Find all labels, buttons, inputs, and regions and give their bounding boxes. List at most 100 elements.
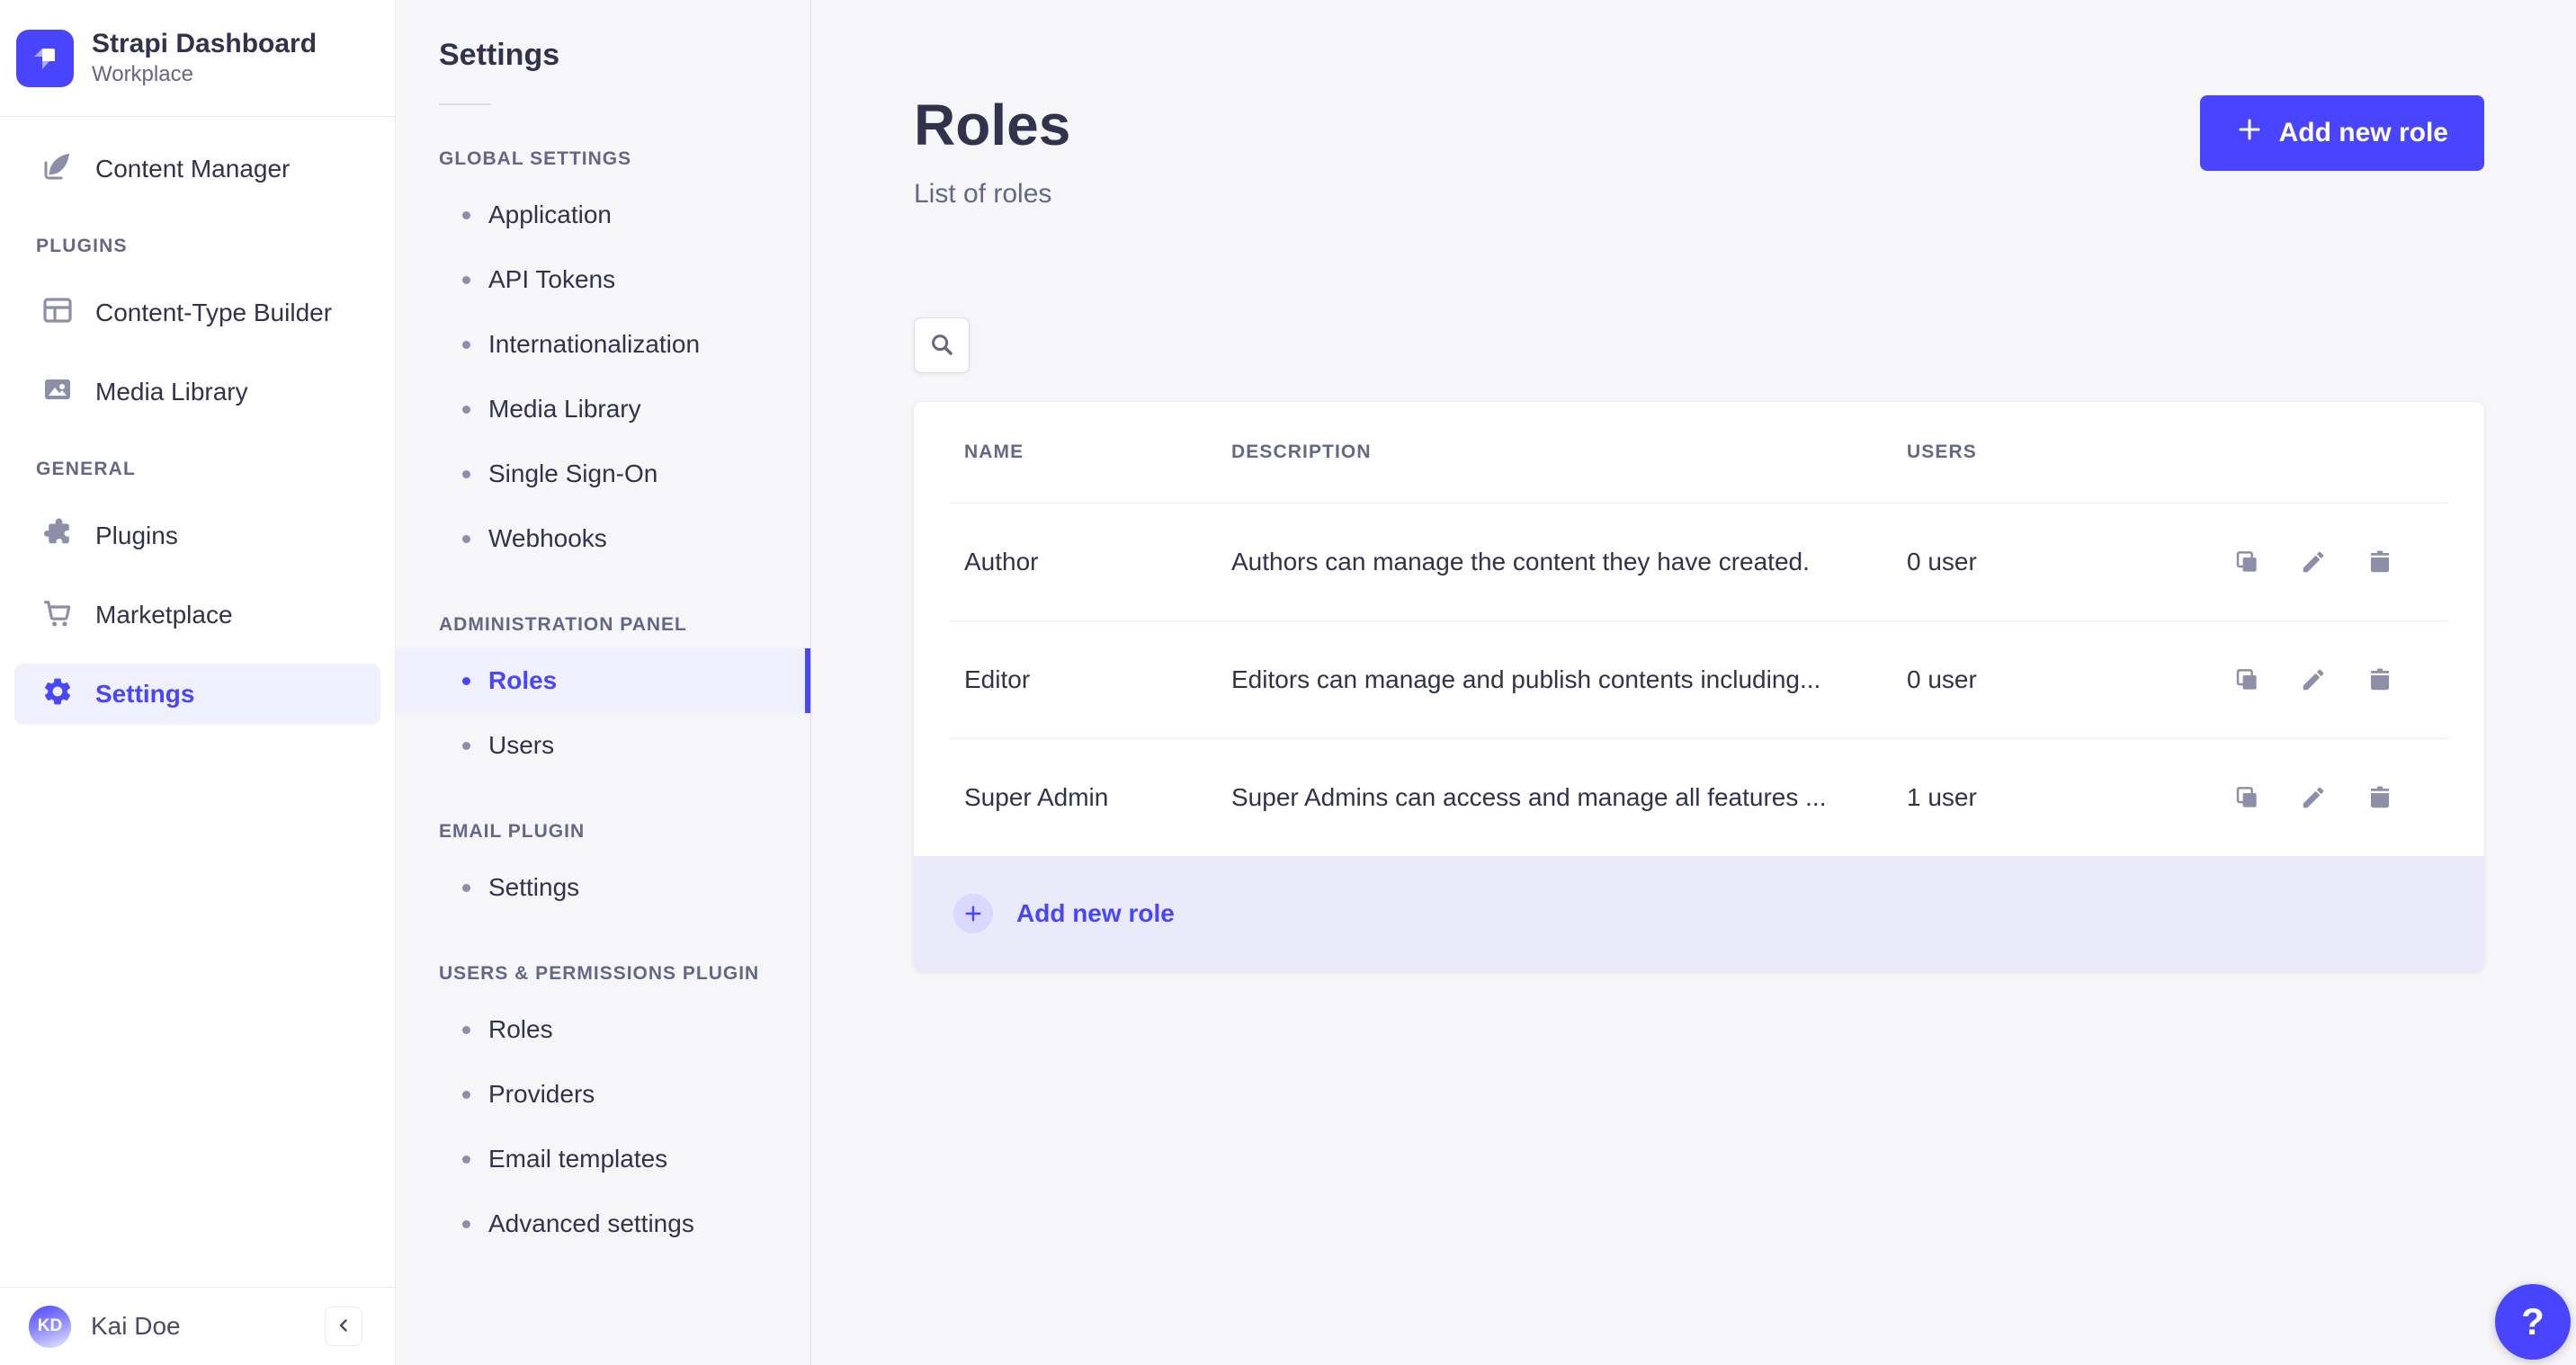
- bullet-icon: [462, 469, 470, 478]
- column-header-name: NAME: [964, 442, 1024, 463]
- role-users-count: 0 user: [1907, 548, 1977, 576]
- add-new-role-label: Add new role: [2278, 118, 2448, 147]
- table-row-super-admin[interactable]: Super Admin Super Admins can access and …: [914, 739, 2484, 856]
- media-library-icon: [41, 373, 74, 412]
- column-header-description: DESCRIPTION: [1231, 442, 1372, 463]
- sidebar-nav: Content Manager PLUGINS Content-Type Bui…: [0, 117, 395, 743]
- subnav-section-email-plugin: EMAIL PLUGIN: [439, 821, 586, 842]
- subnav-item-label: Webhooks: [488, 524, 607, 552]
- collapse-sidebar-button[interactable]: [325, 1307, 362, 1346]
- strapi-admin-app: Strapi Dashboard Workplace Content Manag…: [0, 0, 2576, 1365]
- edit-role-button[interactable]: [2299, 548, 2328, 576]
- workspace-brand[interactable]: Strapi Dashboard Workplace: [0, 0, 395, 117]
- settings-nav-item-advanced-settings[interactable]: Advanced settings: [396, 1191, 810, 1256]
- pencil-icon: [2303, 551, 2324, 573]
- table-header-row: NAME DESCRIPTION USERS: [914, 402, 2484, 503]
- sidebar-item-plugins[interactable]: Plugins: [14, 505, 380, 567]
- strapi-logo-icon: [16, 29, 74, 87]
- row-actions: [2191, 548, 2434, 576]
- bullet-icon: [462, 275, 470, 284]
- bullet-icon: [462, 1155, 470, 1164]
- edit-role-button[interactable]: [2299, 665, 2328, 694]
- pencil-icon: [2303, 787, 2324, 808]
- plus-icon: [2236, 116, 2263, 150]
- duplicate-role-button[interactable]: [2232, 783, 2261, 812]
- subnav-item-label: Advanced settings: [488, 1209, 694, 1237]
- sidebar-user-area: KD Kai Doe: [0, 1287, 395, 1365]
- sidebar-item-settings[interactable]: Settings: [14, 664, 380, 725]
- subnav-item-label: Settings: [488, 873, 580, 901]
- bullet-icon: [462, 883, 470, 892]
- main-content: Roles List of roles Add new role NAME DE…: [811, 0, 2576, 1365]
- sidebar-item-media-library[interactable]: Media Library: [14, 361, 380, 423]
- footer-add-label: Add new role: [1016, 899, 1175, 928]
- settings-nav-item-api-tokens[interactable]: API Tokens: [396, 247, 810, 312]
- subnav-item-label: Email templates: [488, 1145, 668, 1173]
- sidebar-item-content-manager[interactable]: Content Manager: [14, 138, 380, 200]
- main-sidebar: Strapi Dashboard Workplace Content Manag…: [0, 0, 396, 1365]
- duplicate-role-button[interactable]: [2232, 665, 2261, 694]
- settings-nav-item-webhooks[interactable]: Webhooks: [396, 506, 810, 571]
- pencil-icon: [2303, 669, 2324, 691]
- chevron-left-icon: [333, 1315, 354, 1339]
- subnav-item-label: API Tokens: [488, 265, 616, 293]
- delete-role-button[interactable]: [2366, 783, 2394, 812]
- settings-nav-item-roles[interactable]: Roles: [396, 648, 810, 713]
- row-actions: [2191, 783, 2434, 812]
- duplicate-role-button[interactable]: [2232, 548, 2261, 576]
- sidebar-item-label: Content Manager: [95, 155, 291, 183]
- search-button[interactable]: [914, 317, 970, 374]
- roles-table: NAME DESCRIPTION USERS Author Authors ca…: [914, 402, 2484, 972]
- sidebar-item-marketplace[interactable]: Marketplace: [14, 584, 380, 646]
- table-row-author[interactable]: Author Authors can manage the content th…: [914, 504, 2484, 620]
- sidebar-section-general: GENERAL: [36, 459, 137, 479]
- settings-nav-item-up-roles[interactable]: Roles: [396, 997, 810, 1062]
- help-button[interactable]: ?: [2495, 1284, 2571, 1360]
- plus-circle-icon: [953, 894, 993, 934]
- settings-nav-item-application[interactable]: Application: [396, 183, 810, 247]
- table-row-editor[interactable]: Editor Editors can manage and publish co…: [914, 621, 2484, 738]
- add-new-role-footer-button[interactable]: Add new role: [914, 856, 2484, 972]
- settings-nav-item-internationalization[interactable]: Internationalization: [396, 312, 810, 377]
- sidebar-item-content-type-builder[interactable]: Content-Type Builder: [14, 282, 380, 343]
- subnav-item-label: Application: [488, 201, 612, 228]
- settings-nav-item-users[interactable]: Users: [396, 713, 810, 778]
- settings-nav-item-email-templates[interactable]: Email templates: [396, 1127, 810, 1191]
- trash-icon: [2371, 550, 2389, 573]
- settings-nav-item-media-library[interactable]: Media Library: [396, 377, 810, 442]
- content-manager-icon: [41, 150, 74, 189]
- bullet-icon: [462, 1025, 470, 1034]
- sidebar-item-label: Content-Type Builder: [95, 299, 333, 326]
- role-name: Super Admin: [964, 783, 1109, 812]
- subnav-item-label: Users: [488, 731, 555, 759]
- role-description: Authors can manage the content they have…: [1231, 548, 1810, 576]
- subnav-section-users-permissions-plugin: USERS & PERMISSIONS PLUGIN: [439, 963, 760, 984]
- bullet-icon: [462, 741, 470, 750]
- add-new-role-button[interactable]: Add new role: [2199, 95, 2484, 171]
- subnav-item-label: Roles: [488, 666, 558, 694]
- sidebar-item-label: Marketplace: [95, 601, 233, 629]
- bullet-icon: [462, 405, 470, 414]
- delete-role-button[interactable]: [2366, 665, 2394, 694]
- edit-role-button[interactable]: [2299, 783, 2328, 812]
- settings-nav-item-email-settings[interactable]: Settings: [396, 855, 810, 920]
- search-icon: [928, 331, 955, 361]
- duplicate-icon: [2236, 669, 2257, 690]
- role-users-count: 1 user: [1907, 783, 1977, 812]
- page-header-text: Roles List of roles: [914, 93, 1071, 210]
- subnav-section-global-settings: GLOBAL SETTINGS: [439, 148, 632, 169]
- subnav-divider: [439, 103, 491, 105]
- avatar[interactable]: KD: [29, 1305, 71, 1348]
- settings-nav-item-single-sign-on[interactable]: Single Sign-On: [396, 442, 810, 506]
- role-description: Editors can manage and publish contents …: [1231, 665, 1821, 694]
- subnav-item-label: Single Sign-On: [488, 459, 658, 487]
- subnav-item-label: Roles: [488, 1015, 553, 1043]
- sidebar-item-label: Media Library: [95, 378, 248, 406]
- sidebar-section-plugins: PLUGINS: [36, 236, 128, 256]
- page-title: Roles: [914, 93, 1071, 157]
- role-name: Editor: [964, 665, 1031, 694]
- page-header: Roles List of roles Add new role: [914, 0, 2484, 210]
- delete-role-button[interactable]: [2366, 548, 2394, 576]
- settings-nav-item-providers[interactable]: Providers: [396, 1062, 810, 1127]
- brand-title: Strapi Dashboard: [92, 29, 318, 59]
